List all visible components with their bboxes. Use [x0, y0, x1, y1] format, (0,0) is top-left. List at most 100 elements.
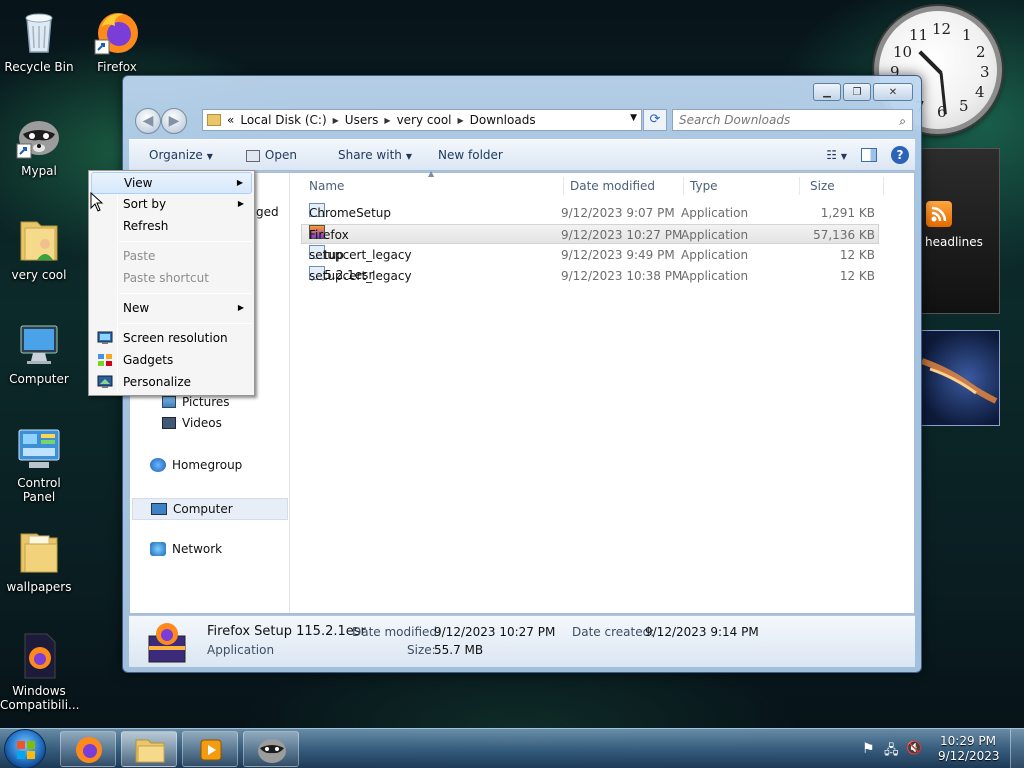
file-type: Application — [681, 269, 749, 283]
breadcrumb-arrow-icon[interactable]: ▶ — [384, 116, 390, 125]
new-folder-label: New folder — [438, 148, 503, 162]
desktop-icon-windows-compatibility[interactable]: Windows Compatibili... — [0, 632, 80, 712]
refresh-icon[interactable]: ⟳ — [643, 109, 667, 131]
network-tray-icon[interactable]: 🖧 — [884, 741, 899, 763]
column-type[interactable]: Type — [680, 177, 800, 195]
menu-item-paste[interactable]: Paste — [91, 245, 252, 267]
navigation-bar: ◀ ▶ « Local Disk (C:) ▶ Users ▶ very cool ▶… — [131, 107, 913, 134]
folder-icon — [15, 528, 63, 576]
slideshow-gadget[interactable] — [920, 330, 1000, 426]
menu-item-gadgets[interactable]: Gadgets — [91, 349, 252, 371]
desktop-icon-firefox[interactable]: Firefox — [78, 8, 156, 74]
address-dropdown-icon[interactable]: ▼ — [630, 113, 637, 123]
start-button[interactable] — [4, 729, 46, 768]
column-date-modified[interactable]: Date modified — [560, 177, 684, 195]
desktop-icon-wallpapers[interactable]: wallpapers — [0, 528, 78, 594]
file-size: 12 KB — [839, 269, 875, 283]
menu-item-new[interactable]: New ▶ — [91, 297, 252, 319]
file-size: 12 KB — [839, 248, 875, 262]
taskbar-media-player[interactable] — [182, 731, 238, 767]
taskbar-explorer[interactable] — [121, 731, 177, 767]
file-row[interactable]: ChromeSetup 9/12/2023 9:07 PM Applicatio… — [301, 203, 879, 223]
system-tray: ⚑ 🖧 🔇 10:29 PM 9/12/2023 — [854, 729, 1024, 768]
menu-item-screen-resolution[interactable]: Screen resolution — [91, 327, 252, 349]
nav-item-computer[interactable]: Computer — [132, 498, 288, 520]
view-options-icon[interactable]: ☷ ▼ — [826, 148, 847, 162]
desktop-icon-mypal[interactable]: Mypal — [0, 112, 78, 178]
details-size-label: Size: — [407, 643, 436, 657]
details-date-created-label: Date created: — [572, 625, 655, 639]
menu-separator — [119, 323, 252, 324]
desktop-icon-label: Computer — [9, 372, 69, 386]
desktop-icon-very-cool[interactable]: very cool — [0, 216, 78, 282]
minimize-button[interactable]: ▁ — [813, 83, 841, 101]
menu-item-paste-shortcut[interactable]: Paste shortcut — [91, 267, 252, 289]
nav-item-label: Network — [172, 542, 223, 556]
file-type: Application — [681, 248, 749, 262]
file-row[interactable]: setupcert_legacy 9/12/2023 10:38 PM Appl… — [301, 266, 879, 286]
search-input[interactable]: Search Downloads ⌕ — [672, 109, 913, 131]
taskbar-mypal[interactable] — [243, 731, 299, 767]
address-bar[interactable]: « Local Disk (C:) ▶ Users ▶ very cool ▶ Dow… — [202, 109, 642, 131]
submenu-arrow-icon: ▶ — [237, 303, 244, 312]
nav-item-homegroup[interactable]: Homegroup — [150, 458, 242, 472]
search-icon[interactable]: ⌕ — [899, 111, 906, 131]
file-name: ChromeSetup — [309, 206, 391, 220]
desktop-icon-recycle-bin[interactable]: Recycle Bin — [0, 8, 78, 74]
desktop-icon-label: Recycle Bin — [4, 60, 74, 74]
column-name[interactable]: Name — [299, 177, 564, 195]
news-gadget-label: headlines — [925, 235, 983, 249]
homegroup-icon — [150, 458, 166, 472]
close-button[interactable]: ✕ — [873, 83, 913, 101]
news-gadget[interactable]: headlines — [920, 148, 1000, 314]
file-row-selected[interactable]: Firefox Setup 115.2.1esr 9/12/2023 10:27… — [301, 224, 879, 282]
mouse-cursor-icon — [90, 192, 104, 212]
show-desktop-button[interactable] — [1010, 729, 1024, 768]
desktop-icon-control-panel[interactable]: Control Panel — [0, 424, 78, 504]
taskbar-firefox[interactable] — [60, 731, 116, 767]
breadcrumb-downloads[interactable]: Downloads — [470, 113, 536, 127]
menu-item-refresh[interactable]: Refresh — [91, 215, 252, 237]
action-center-flag-icon[interactable]: ⚑ — [862, 741, 875, 757]
toolbar-right: ☷ ▼ ? — [826, 146, 909, 164]
open-label: Open — [264, 148, 297, 162]
nav-item-network[interactable]: Network — [150, 542, 222, 556]
column-size[interactable]: Size — [800, 177, 884, 195]
nav-item-videos[interactable]: Videos — [162, 416, 222, 430]
share-with-button[interactable]: Share with ▼ — [310, 148, 425, 162]
breadcrumb-users[interactable]: Users — [345, 113, 379, 127]
nav-item-pictures[interactable]: Pictures — [162, 395, 230, 409]
file-row[interactable]: setupcert_legacy (1) 9/12/2023 9:49 PM A… — [301, 245, 879, 282]
forward-button[interactable]: ▶ — [161, 108, 187, 134]
back-button[interactable]: ◀ — [135, 108, 161, 134]
clock[interactable]: 10:29 PM 9/12/2023 — [938, 734, 1000, 764]
command-bar: Organize ▼ Open Share with ▼ New folder ☷ … — [129, 139, 915, 171]
menu-item-personalize[interactable]: Personalize — [91, 371, 252, 393]
file-list: ▲ Name Date modified Type Size ChromeSet… — [291, 169, 914, 613]
organize-button[interactable]: Organize ▼ — [129, 148, 226, 162]
help-icon[interactable]: ? — [891, 146, 909, 164]
firefox-document-icon — [15, 632, 63, 680]
maximize-button[interactable]: ❐ — [843, 83, 871, 101]
menu-item-sort-by[interactable]: Sort by ▶ — [91, 193, 252, 215]
menu-item-label: Personalize — [123, 375, 192, 389]
details-pane: Firefox Setup 115.2.1esr Application Dat… — [129, 615, 915, 667]
slideshow-image — [920, 358, 998, 404]
nav-item-partial[interactable]: ged — [256, 205, 279, 219]
clock-number: 10 — [893, 43, 913, 61]
details-file-name: Firefox Setup 115.2.1esr — [207, 624, 366, 639]
menu-item-view[interactable]: View ▶ — [91, 172, 252, 194]
new-folder-button[interactable]: New folder — [425, 148, 516, 162]
breadcrumb-very-cool[interactable]: very cool — [397, 113, 452, 127]
breadcrumb-arrow-icon[interactable]: ▶ — [333, 116, 339, 125]
menu-item-label: Paste — [123, 249, 156, 263]
desktop-icon-computer[interactable]: Computer — [0, 320, 78, 386]
breadcrumb-arrow-icon[interactable]: ▶ — [458, 116, 464, 125]
volume-muted-icon[interactable]: 🔇 — [906, 741, 922, 756]
open-button[interactable]: Open — [226, 148, 310, 162]
dropdown-arrow-icon: ▼ — [206, 152, 213, 161]
desktop-icon-label: Windows Compatibili... — [0, 684, 80, 712]
address-overflow[interactable]: « — [227, 113, 234, 127]
breadcrumb-local-disk[interactable]: Local Disk (C:) — [240, 113, 326, 127]
preview-pane-icon[interactable] — [861, 148, 877, 162]
